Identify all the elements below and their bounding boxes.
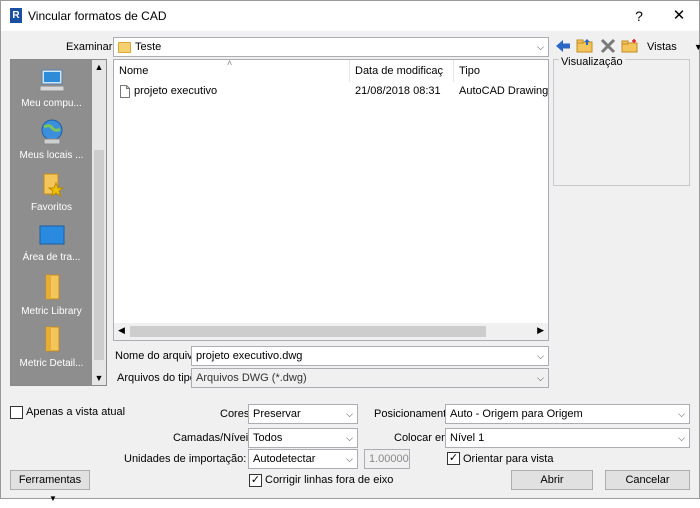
up-folder-icon[interactable] — [576, 38, 594, 54]
positioning-label: Posicionamento: — [374, 408, 456, 420]
current-view-only-checkbox[interactable] — [10, 406, 23, 419]
chevron-down-icon: ⌵ — [346, 454, 353, 464]
chevron-down-icon: ⌵ — [537, 42, 544, 52]
file-list: Nome ˄ Data de modificaç Tipo projeto ex… — [113, 58, 549, 341]
filetype-select[interactable]: Arquivos DWG (*.dwg) ⌵ — [191, 368, 549, 388]
column-header-type[interactable]: Tipo — [454, 60, 548, 82]
table-row[interactable]: projeto executivo — [120, 82, 350, 100]
layers-value: Todos — [253, 432, 283, 444]
chevron-down-icon: ⌵ — [537, 351, 544, 361]
chevron-down-icon: ⌵ — [678, 409, 685, 419]
sidebar-item-metric-detail[interactable]: Metric Detail... — [11, 324, 92, 369]
look-in-combo[interactable]: Teste ⌵ — [113, 37, 549, 57]
place-at-value: Nível 1 — [450, 432, 485, 444]
sidebar-scrollbar[interactable]: ▲ ▼ — [92, 60, 106, 385]
sidebar-item-label: Metric Library — [21, 306, 82, 317]
chevron-down-icon: ⌵ — [346, 409, 353, 419]
sidebar-item-label: Favoritos — [30, 202, 73, 213]
desktop-icon — [39, 225, 64, 245]
cancel-button[interactable]: Cancelar — [605, 470, 690, 490]
folder-icon — [45, 326, 59, 352]
file-list-hscrollbar[interactable]: ◀ ▶ — [114, 323, 548, 340]
filename-label: Nome do arquivo: — [115, 350, 202, 362]
chevron-down-icon: ⌵ — [346, 433, 353, 443]
import-units-value: Autodetectar — [253, 453, 316, 465]
views-menu-button[interactable]: Vistas ▼ — [647, 41, 700, 53]
sidebar-item-my-computer[interactable]: Meu compu... — [11, 68, 92, 109]
dropdown-arrow-icon: ▼ — [693, 42, 700, 52]
layers-label: Camadas/Níveis: — [173, 432, 257, 444]
favorites-folder-icon — [43, 173, 64, 198]
sidebar-item-label: Metric Detail... — [19, 358, 84, 369]
scroll-down-icon[interactable]: ▼ — [92, 373, 106, 383]
filetype-value: Arquivos DWG (*.dwg) — [196, 372, 307, 384]
colors-select[interactable]: Preservar ⌵ — [248, 404, 358, 424]
orient-to-view-label: Orientar para vista — [463, 453, 554, 465]
new-folder-icon[interactable] — [621, 38, 639, 54]
colors-value: Preservar — [253, 408, 301, 420]
link-cad-dialog: R Vincular formatos de CAD ? ✕ Examinar:… — [0, 0, 700, 503]
import-scale-input[interactable]: 1.000000 — [364, 449, 410, 469]
folder-icon — [45, 274, 59, 300]
file-date: 21/08/2018 08:31 — [355, 85, 441, 97]
sidebar-item-network[interactable]: Meus locais ... — [11, 118, 92, 161]
sidebar-item-favorites[interactable]: Favoritos — [11, 170, 92, 213]
dialog-title: Vincular formatos de CAD — [28, 9, 167, 23]
folder-icon — [118, 41, 131, 53]
sidebar-item-label: Meus locais ... — [19, 150, 84, 161]
places-sidebar: Meu compu... Meus locais ... Favoritos Á… — [10, 59, 107, 386]
network-globe-icon — [41, 119, 62, 145]
back-arrow-icon[interactable] — [554, 38, 572, 54]
filename-value: projeto executivo.dwg — [196, 350, 303, 362]
tools-button[interactable]: Ferramentas ▼ — [10, 470, 90, 503]
fix-lines-checkbox[interactable]: ✓ — [249, 474, 262, 487]
current-view-only-label: Apenas a vista atual — [26, 406, 126, 418]
chevron-down-icon: ⌵ — [537, 373, 544, 383]
import-scale-value: 1.000000 — [369, 453, 409, 465]
scrollbar-thumb[interactable] — [94, 150, 104, 360]
delete-icon[interactable] — [599, 38, 617, 54]
import-units-label: Unidades de importação: — [124, 453, 247, 465]
colors-label: Cores — [220, 408, 250, 420]
column-header-name[interactable]: Nome ˄ — [114, 58, 350, 82]
preview-pane — [553, 59, 690, 186]
column-header-date[interactable]: Data de modificaç — [350, 60, 454, 82]
fix-lines-label: Corrigir linhas fora de eixo — [265, 474, 394, 486]
revit-app-icon: R — [10, 8, 22, 23]
positioning-select[interactable]: Auto - Origem para Origem ⌵ — [445, 404, 690, 424]
orient-to-view-checkbox[interactable]: ✓ — [447, 452, 460, 465]
sidebar-item-label: Área de tra... — [22, 252, 81, 263]
look-in-label: Examinar: — [66, 41, 116, 53]
scrollbar-thumb[interactable] — [130, 326, 486, 337]
close-button[interactable]: ✕ — [669, 6, 689, 26]
views-label: Vistas — [647, 41, 677, 53]
file-type: AutoCAD Drawing — [459, 85, 549, 97]
import-units-select[interactable]: Autodetectar ⌵ — [248, 449, 358, 469]
scroll-right-icon[interactable]: ▶ — [537, 325, 544, 336]
file-name: projeto executivo — [134, 85, 218, 97]
computer-icon — [39, 69, 64, 92]
positioning-value: Auto - Origem para Origem — [450, 408, 583, 420]
layers-select[interactable]: Todos ⌵ — [248, 428, 358, 448]
help-button[interactable]: ? — [629, 6, 649, 26]
place-at-select[interactable]: Nível 1 ⌵ — [445, 428, 690, 448]
filetype-label: Arquivos do tipo: — [117, 372, 199, 384]
scroll-left-icon[interactable]: ◀ — [118, 325, 125, 336]
preview-label: Visualização — [559, 56, 625, 68]
sort-ascending-icon: ˄ — [227, 58, 233, 68]
chevron-down-icon: ⌵ — [678, 433, 685, 443]
sidebar-item-metric-library[interactable]: Metric Library — [11, 272, 92, 317]
file-icon — [120, 84, 130, 98]
scroll-up-icon[interactable]: ▲ — [92, 62, 106, 72]
filename-input[interactable]: projeto executivo.dwg ⌵ — [191, 346, 549, 366]
sidebar-item-label: Meu compu... — [21, 98, 82, 109]
open-button[interactable]: Abrir — [511, 470, 593, 490]
sidebar-item-desktop[interactable]: Área de tra... — [11, 224, 92, 263]
title-bar: R Vincular formatos de CAD ? ✕ — [1, 1, 699, 31]
look-in-value: Teste — [135, 41, 162, 53]
